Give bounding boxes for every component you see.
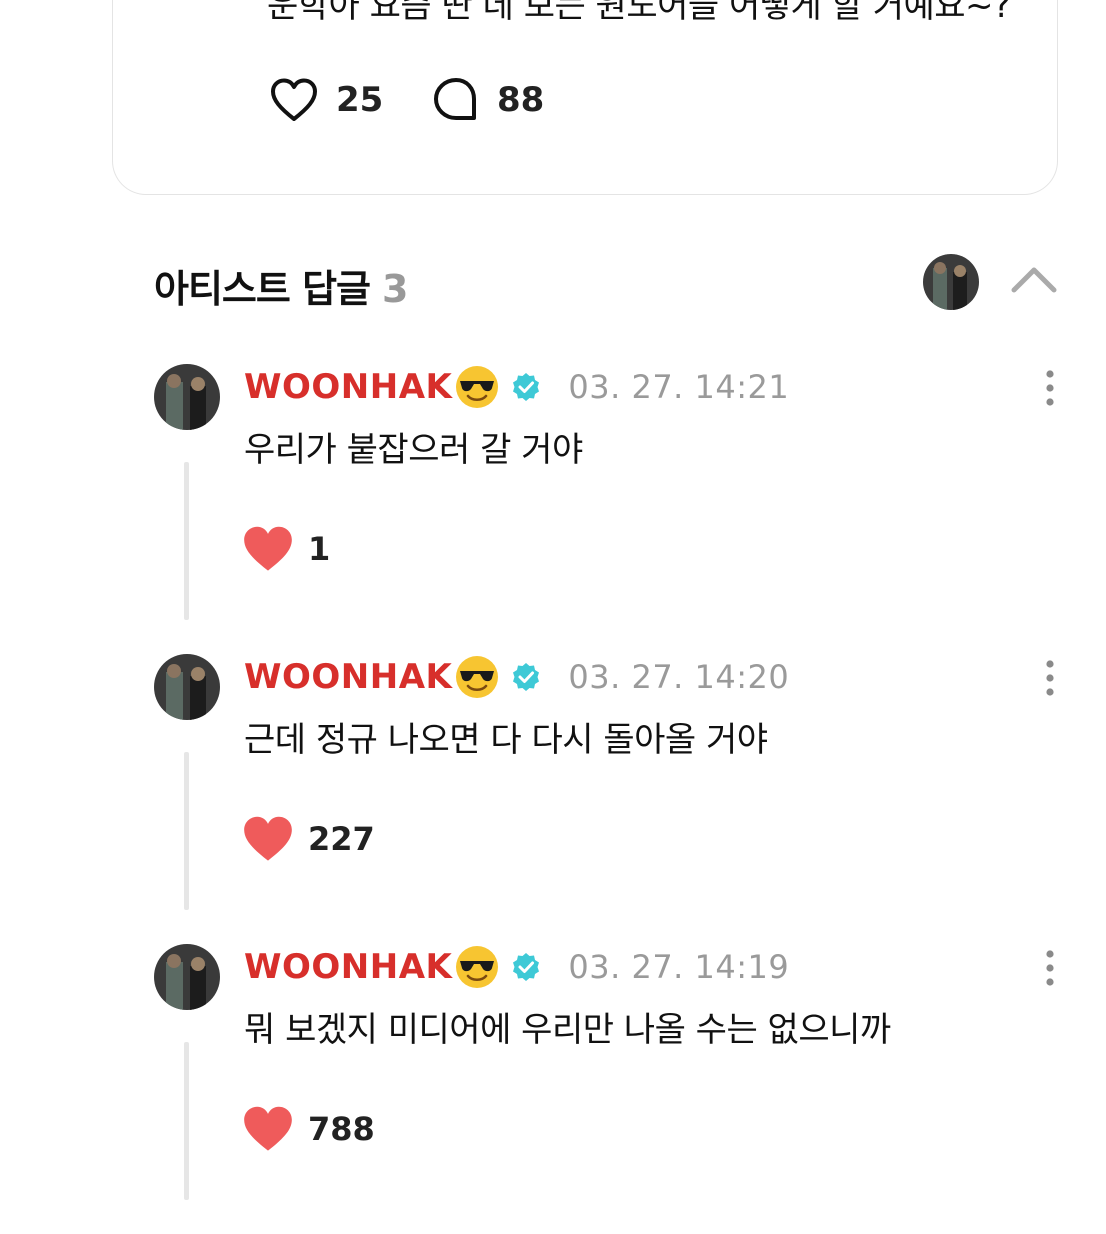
verified-badge-icon — [513, 953, 540, 981]
reply-author-avatar[interactable] — [154, 364, 220, 430]
sunglasses-emoji — [456, 946, 499, 988]
reply-timestamp: 03. 27. 14:19 — [568, 948, 790, 986]
artist-reply: WOONHAK 03. 27. 14:19 뭐 보겠지 미디어에 우리만 나올 … — [154, 944, 1074, 1234]
artist-replies-header: 아티스트 답글 3 — [154, 258, 408, 313]
thread-line — [184, 1042, 189, 1200]
more-options-icon[interactable] — [1038, 368, 1062, 408]
heart-icon — [244, 816, 292, 861]
heart-icon — [244, 1106, 292, 1151]
artist-replies-title: 아티스트 답글 — [154, 267, 371, 311]
reply-meta: WOONHAK 03. 27. 14:19 — [244, 944, 789, 990]
reply-meta: WOONHAK 03. 27. 14:21 — [244, 364, 789, 410]
artist-avatar[interactable] — [923, 254, 979, 310]
reply-like-button[interactable]: 788 — [242, 1104, 375, 1154]
verified-badge-icon — [513, 663, 540, 691]
reply-author-name[interactable]: WOONHAK — [244, 947, 452, 987]
more-options-icon[interactable] — [1038, 658, 1062, 698]
reply-like-button[interactable]: 227 — [242, 814, 375, 864]
reply-author-avatar[interactable] — [154, 654, 220, 720]
artist-reply: WOONHAK 03. 27. 14:20 근데 정규 나오면 다 다시 돌아올… — [154, 654, 1074, 944]
post-like-count: 25 — [336, 80, 384, 120]
post-comment-button[interactable]: 88 — [433, 76, 544, 124]
artist-reply: WOONHAK 03. 27. 14:21 우리가 붙잡으러 갈 거야 1 — [154, 364, 1074, 654]
thread-line — [184, 462, 189, 620]
artist-replies-count: 3 — [382, 267, 408, 311]
reply-author-avatar[interactable] — [154, 944, 220, 1010]
post-text: 운학아 요즘 딴 데 보는 원도어들 어떻게 할 거예요~? — [267, 0, 1011, 26]
reply-timestamp: 03. 27. 14:20 — [568, 658, 790, 696]
more-options-icon[interactable] — [1038, 948, 1062, 988]
verified-badge-icon — [513, 373, 540, 401]
reply-text: 우리가 붙잡으러 갈 거야 — [244, 430, 583, 470]
reply-like-count: 227 — [308, 820, 375, 858]
comment-bubble-icon — [434, 78, 476, 120]
reply-like-count: 788 — [308, 1110, 375, 1148]
sunglasses-emoji — [456, 656, 499, 698]
post-comment-count: 88 — [497, 80, 545, 120]
reply-like-count: 1 — [308, 530, 331, 568]
reply-meta: WOONHAK 03. 27. 14:20 — [244, 654, 789, 700]
collapse-chevron-icon[interactable] — [1008, 256, 1060, 308]
reply-text: 뭐 보겠지 미디어에 우리만 나올 수는 없으니까 — [244, 1010, 891, 1050]
thread-line — [184, 752, 189, 910]
reply-like-button[interactable]: 1 — [242, 524, 330, 574]
reply-author-name[interactable]: WOONHAK — [244, 657, 452, 697]
sunglasses-emoji — [456, 366, 499, 408]
post-card: 운학아 요즘 딴 데 보는 원도어들 어떻게 할 거예요~? 25 88 — [112, 0, 1058, 195]
reply-timestamp: 03. 27. 14:21 — [568, 368, 790, 406]
reply-author-name[interactable]: WOONHAK — [244, 367, 452, 407]
heart-icon — [271, 78, 317, 121]
reply-text: 근데 정규 나오면 다 다시 돌아올 거야 — [244, 720, 768, 760]
heart-icon — [244, 526, 292, 571]
post-like-button[interactable]: 25 — [270, 76, 383, 124]
